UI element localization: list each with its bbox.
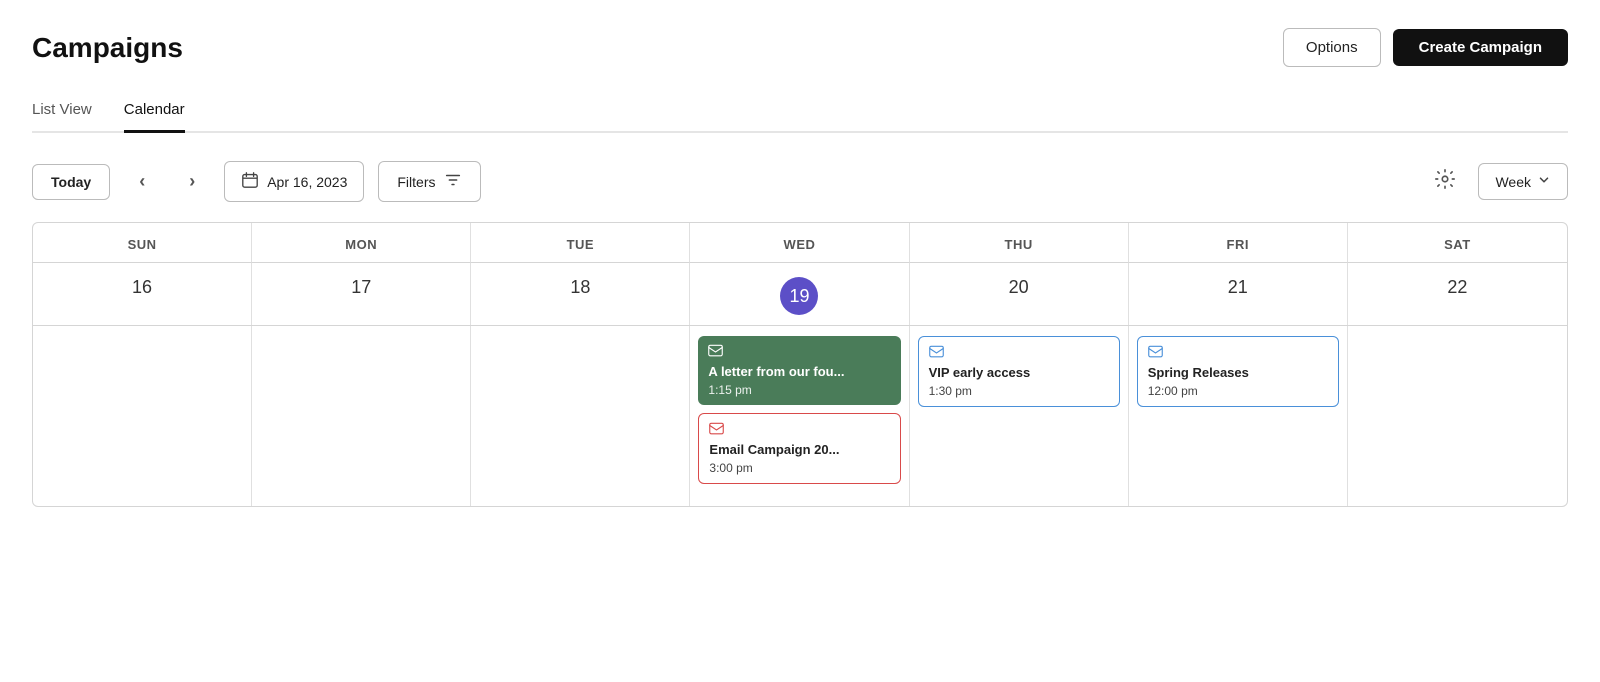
date-cell-18[interactable]: 18 <box>471 263 690 325</box>
calendar-dates-row: 16 17 18 19 20 21 22 <box>33 263 1567 326</box>
calendar-grid: SUN MON TUE WED THU FRI SAT 16 17 18 19 … <box>32 222 1568 507</box>
event-title-vip: VIP early access <box>929 365 1109 382</box>
day-header-tue: TUE <box>471 223 690 263</box>
event-card-vip[interactable]: VIP early access 1:30 pm <box>918 336 1120 407</box>
filters-label: Filters <box>397 174 435 190</box>
events-cell-mon <box>252 326 471 506</box>
day-header-thu: THU <box>910 223 1129 263</box>
events-cell-fri: Spring Releases 12:00 pm <box>1129 326 1348 506</box>
calendar-toolbar: Today ‹ › Apr 16, 2023 Filters <box>32 161 1568 202</box>
calendar-icon <box>241 171 259 192</box>
settings-button[interactable] <box>1426 163 1464 201</box>
date-cell-22[interactable]: 22 <box>1348 263 1567 325</box>
events-cell-sat <box>1348 326 1567 506</box>
next-button[interactable]: › <box>174 164 210 200</box>
week-selector-button[interactable]: Week <box>1478 163 1568 200</box>
week-label: Week <box>1495 174 1531 190</box>
envelope-icon-blue-spring <box>1148 345 1163 361</box>
date-cell-19-today[interactable]: 19 <box>690 263 909 325</box>
date-cell-20[interactable]: 20 <box>910 263 1129 325</box>
event-card-letter[interactable]: A letter from our fou... 1:15 pm <box>698 336 900 405</box>
page-container: Campaigns Options Create Campaign List V… <box>0 0 1600 535</box>
date-cell-16[interactable]: 16 <box>33 263 252 325</box>
day-header-mon: MON <box>252 223 471 263</box>
event-time-vip: 1:30 pm <box>929 384 1109 398</box>
event-card-spring[interactable]: Spring Releases 12:00 pm <box>1137 336 1339 407</box>
event-title-email-campaign: Email Campaign 20... <box>709 442 889 459</box>
gear-icon <box>1434 168 1456 196</box>
event-title-spring: Spring Releases <box>1148 365 1328 382</box>
envelope-icon <box>708 344 723 360</box>
chevron-right-icon: › <box>189 171 195 192</box>
day-header-fri: FRI <box>1129 223 1348 263</box>
date-display: Apr 16, 2023 <box>267 174 347 190</box>
date-cell-21[interactable]: 21 <box>1129 263 1348 325</box>
create-campaign-button[interactable]: Create Campaign <box>1393 29 1568 66</box>
filter-icon <box>444 171 462 192</box>
options-button[interactable]: Options <box>1283 28 1381 67</box>
date-picker-button[interactable]: Apr 16, 2023 <box>224 161 364 202</box>
prev-button[interactable]: ‹ <box>124 164 160 200</box>
date-cell-17[interactable]: 17 <box>252 263 471 325</box>
calendar-events-row: A letter from our fou... 1:15 pm Email C… <box>33 326 1567 506</box>
event-title-letter: A letter from our fou... <box>708 364 890 381</box>
day-header-sat: SAT <box>1348 223 1567 263</box>
event-card-email-campaign[interactable]: Email Campaign 20... 3:00 pm <box>698 413 900 484</box>
day-header-sun: SUN <box>33 223 252 263</box>
chevron-down-icon <box>1537 173 1551 190</box>
events-cell-wed: A letter from our fou... 1:15 pm Email C… <box>690 326 909 506</box>
events-cell-tue <box>471 326 690 506</box>
page-header: Campaigns Options Create Campaign <box>32 28 1568 67</box>
tab-calendar[interactable]: Calendar <box>124 91 185 133</box>
today-button[interactable]: Today <box>32 164 110 200</box>
events-cell-sun <box>33 326 252 506</box>
events-cell-thu: VIP early access 1:30 pm <box>910 326 1129 506</box>
header-actions: Options Create Campaign <box>1283 28 1568 67</box>
event-time-spring: 12:00 pm <box>1148 384 1328 398</box>
tab-list-view[interactable]: List View <box>32 91 92 133</box>
tabs-bar: List View Calendar <box>32 91 1568 133</box>
chevron-left-icon: ‹ <box>139 171 145 192</box>
filters-button[interactable]: Filters <box>378 161 480 202</box>
envelope-icon-red <box>709 422 724 438</box>
calendar-day-headers: SUN MON TUE WED THU FRI SAT <box>33 223 1567 263</box>
event-time-letter: 1:15 pm <box>708 383 890 397</box>
today-indicator: 19 <box>780 277 818 315</box>
page-title: Campaigns <box>32 32 183 64</box>
day-header-wed: WED <box>690 223 909 263</box>
event-time-email-campaign: 3:00 pm <box>709 461 889 475</box>
envelope-icon-blue <box>929 345 944 361</box>
